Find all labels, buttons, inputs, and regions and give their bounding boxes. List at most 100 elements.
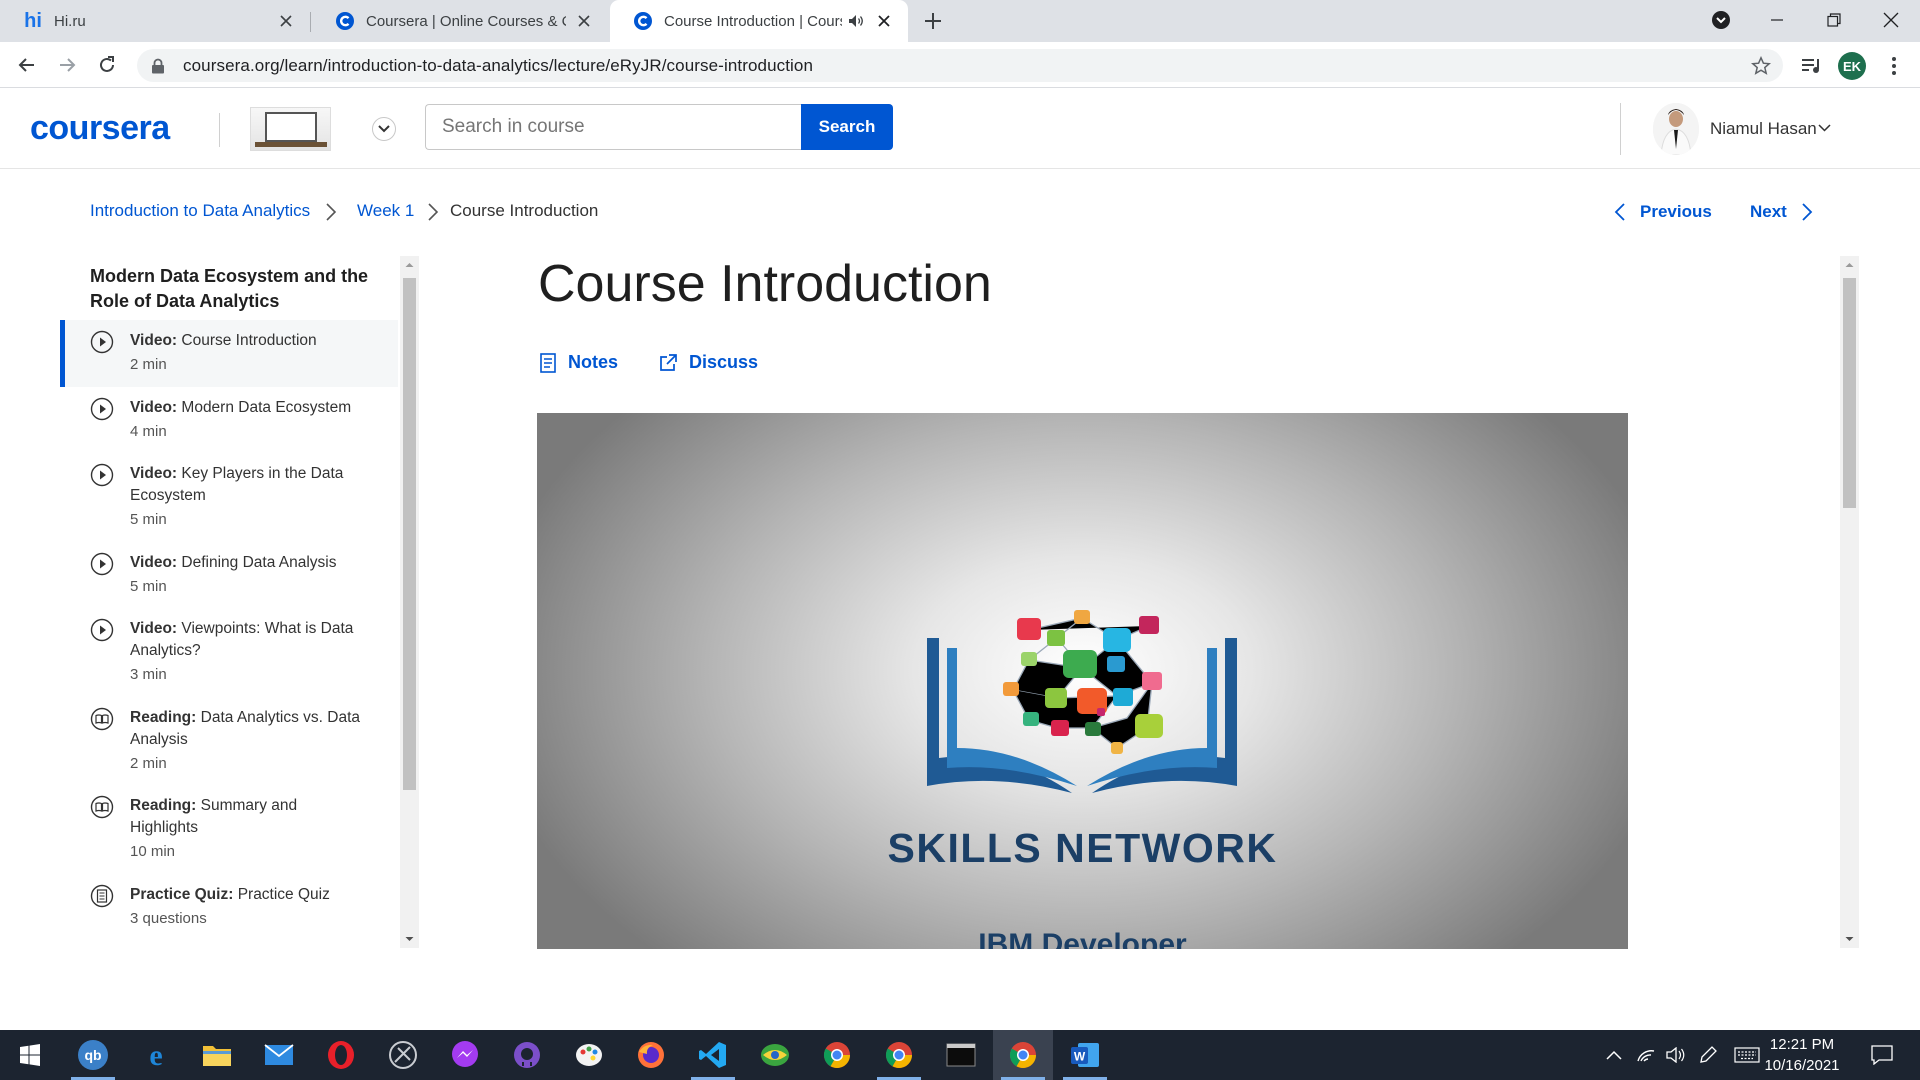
sidebar-item-course-introduction[interactable]: Video: Course Introduction 2 min <box>60 320 398 387</box>
profile-avatar[interactable]: EK <box>1838 52 1866 80</box>
previous-button[interactable]: Previous <box>1614 202 1712 222</box>
course-menu-dropdown[interactable] <box>372 117 396 141</box>
close-tab-icon[interactable] <box>874 11 894 31</box>
discuss-button[interactable]: Discuss <box>659 352 758 373</box>
coursera-logo[interactable]: coursera <box>30 109 170 148</box>
bookmark-star-icon[interactable] <box>1751 56 1771 76</box>
item-kind: Video: <box>130 554 178 571</box>
coursera-header: coursera Search in course Search Niamul … <box>0 89 1920 169</box>
tab-search-button[interactable] <box>1692 0 1750 40</box>
volume-tray[interactable] <box>1662 1030 1690 1080</box>
show-hidden-icons[interactable] <box>1600 1030 1628 1080</box>
breadcrumb-course[interactable]: Introduction to Data Analytics <box>90 201 310 221</box>
close-window-button[interactable] <box>1862 0 1920 40</box>
tab-coursera-home[interactable]: Coursera | Online Courses & Credentials <box>312 0 608 42</box>
sidebar-item-viewpoints[interactable]: Video: Viewpoints: What is Data Analytic… <box>60 608 398 697</box>
messenger-icon <box>452 1041 478 1067</box>
taskbar-opera[interactable] <box>311 1030 371 1080</box>
module-title: Modern Data Ecosystem and the Role of Da… <box>90 266 369 311</box>
sidebar-item-summary-highlights[interactable]: Reading: Summary and Highlights 10 min <box>60 785 398 874</box>
browser-menu-icon[interactable] <box>1880 52 1908 80</box>
network-tray[interactable] <box>1632 1030 1660 1080</box>
new-tab-button[interactable] <box>918 6 948 36</box>
minimize-button[interactable] <box>1748 0 1806 40</box>
scroll-up-arrow-icon[interactable] <box>1840 259 1859 271</box>
course-sidebar: Modern Data Ecosystem and the Role of Da… <box>60 256 400 948</box>
item-title: Course Introduction <box>181 332 317 349</box>
breadcrumb-week[interactable]: Week 1 <box>357 201 414 221</box>
url-text: coursera.org/learn/introduction-to-data-… <box>183 55 814 75</box>
action-center[interactable] <box>1862 1030 1902 1080</box>
video-player[interactable]: SKILLS NETWORK IBM Developer <box>537 413 1628 949</box>
tab-title: Course Introduction | Coursera <box>664 12 842 30</box>
skills-network-logo <box>927 610 1237 793</box>
external-link-icon <box>660 353 677 371</box>
user-name[interactable]: Niamul Hasan <box>1710 119 1817 139</box>
course-thumbnail[interactable] <box>250 107 331 151</box>
taskbar-messenger[interactable] <box>435 1030 495 1080</box>
firefox-icon <box>638 1042 664 1068</box>
restore-button[interactable] <box>1805 0 1863 40</box>
sidebar-item-modern-data-ecosystem[interactable]: Video: Modern Data Ecosystem 4 min <box>60 387 398 453</box>
item-title: Practice Quiz <box>237 886 330 903</box>
taskbar-inkscape[interactable] <box>373 1030 433 1080</box>
reload-button[interactable] <box>92 50 122 80</box>
taskbar-terminal[interactable] <box>931 1030 991 1080</box>
sidebar-item-key-players[interactable]: Video: Key Players in the Data Ecosystem… <box>60 453 398 542</box>
close-tab-icon[interactable] <box>276 11 296 31</box>
speaker-icon[interactable] <box>846 11 866 31</box>
taskbar-qbittorrent[interactable]: qb <box>63 1030 123 1080</box>
main-scroll-thumb[interactable] <box>1843 278 1856 508</box>
pen-tray[interactable] <box>1694 1030 1722 1080</box>
taskbar-paint[interactable] <box>559 1030 619 1080</box>
scroll-down-arrow-icon[interactable] <box>400 933 419 945</box>
taskbar-chrome-profile[interactable] <box>869 1030 929 1080</box>
taskbar-firefox[interactable] <box>621 1030 681 1080</box>
taskbar-file-explorer[interactable] <box>187 1030 247 1080</box>
windows-logo-icon <box>20 1044 40 1066</box>
next-button[interactable]: Next <box>1750 202 1813 222</box>
taskbar-chrome-ek[interactable] <box>993 1030 1053 1080</box>
scroll-up-arrow-icon[interactable] <box>400 259 419 271</box>
sidebar-item-defining-data-analysis[interactable]: Video: Defining Data Analysis 5 min <box>60 542 398 608</box>
avatar[interactable] <box>1653 103 1699 155</box>
chevron-down-icon[interactable] <box>1818 124 1831 132</box>
item-duration: 5 min <box>130 511 167 528</box>
tab-course-introduction[interactable]: Course Introduction | Coursera <box>610 0 908 42</box>
taskbar-edge[interactable]: e <box>126 1030 186 1080</box>
svg-text:W: W <box>1074 1050 1086 1064</box>
taskbar-vscode[interactable] <box>683 1030 743 1080</box>
github-icon <box>514 1042 540 1068</box>
close-tab-icon[interactable] <box>574 11 594 31</box>
taskbar-mail[interactable] <box>249 1030 309 1080</box>
windows-taskbar: qb e W 12:21 PM 10/16/2021 <box>0 1030 1920 1080</box>
tool-icon <box>389 1041 417 1069</box>
notes-button[interactable]: Notes <box>540 352 618 373</box>
divider <box>219 113 220 147</box>
taskbar-word[interactable]: W <box>1055 1030 1115 1080</box>
sidebar-item-analytics-vs-analysis[interactable]: Reading: Data Analytics vs. Data Analysi… <box>60 697 398 785</box>
search-input[interactable]: Search in course <box>425 104 803 150</box>
taskbar-github[interactable] <box>497 1030 557 1080</box>
tab-hi-ru[interactable]: hi Hi.ru <box>0 0 310 42</box>
chrome-icon <box>885 1042 913 1069</box>
taskbar-app-globe[interactable] <box>745 1030 805 1080</box>
item-duration: 3 questions <box>130 910 207 927</box>
item-duration: 5 min <box>130 578 167 595</box>
item-kind: Reading: <box>130 797 197 814</box>
chevron-left-icon <box>1614 203 1625 221</box>
quiz-icon <box>90 884 114 908</box>
sidebar-item-practice-quiz[interactable]: Practice Quiz: Practice Quiz 3 questions <box>60 874 398 944</box>
address-bar[interactable]: coursera.org/learn/introduction-to-data-… <box>137 49 1783 82</box>
start-button[interactable] <box>0 1030 60 1080</box>
next-label: Next <box>1750 202 1787 221</box>
system-clock[interactable]: 12:21 PM 10/16/2021 <box>1752 1034 1852 1076</box>
taskbar-chrome[interactable] <box>807 1030 867 1080</box>
search-button[interactable]: Search <box>801 104 893 150</box>
back-button[interactable] <box>12 50 42 80</box>
svg-text:qb: qb <box>84 1047 101 1063</box>
forward-button[interactable] <box>52 50 82 80</box>
media-control-icon[interactable] <box>1798 52 1826 80</box>
sidebar-scroll-thumb[interactable] <box>403 278 416 790</box>
scroll-down-arrow-icon[interactable] <box>1840 933 1859 945</box>
